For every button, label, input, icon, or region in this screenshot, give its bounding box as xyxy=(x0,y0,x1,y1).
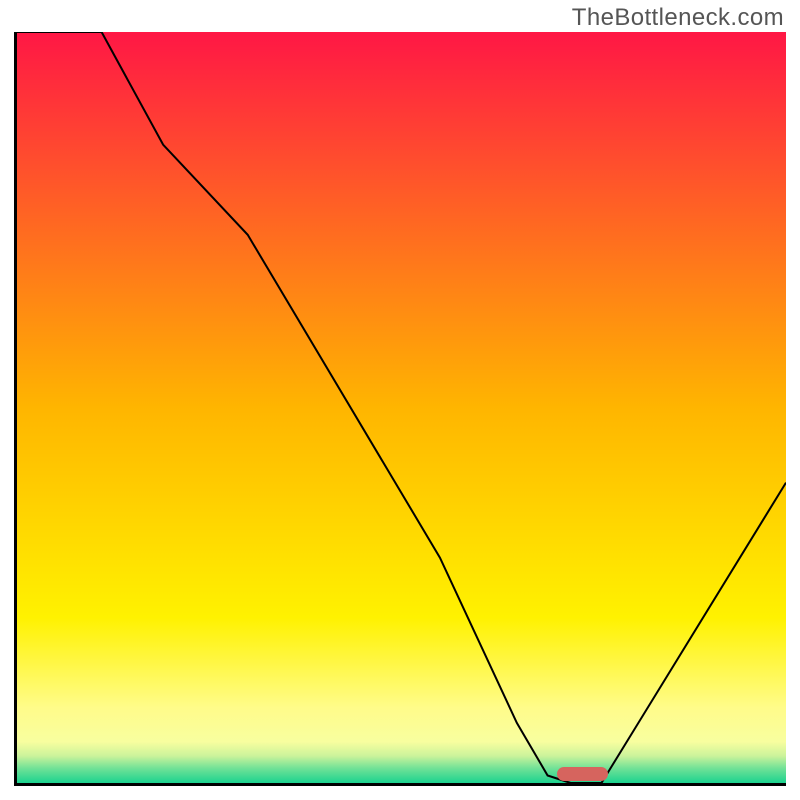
chart-svg xyxy=(17,32,786,783)
watermark-text: TheBottleneck.com xyxy=(572,4,784,32)
optimal-range-marker xyxy=(557,767,608,781)
chart-plot-area xyxy=(14,32,786,786)
